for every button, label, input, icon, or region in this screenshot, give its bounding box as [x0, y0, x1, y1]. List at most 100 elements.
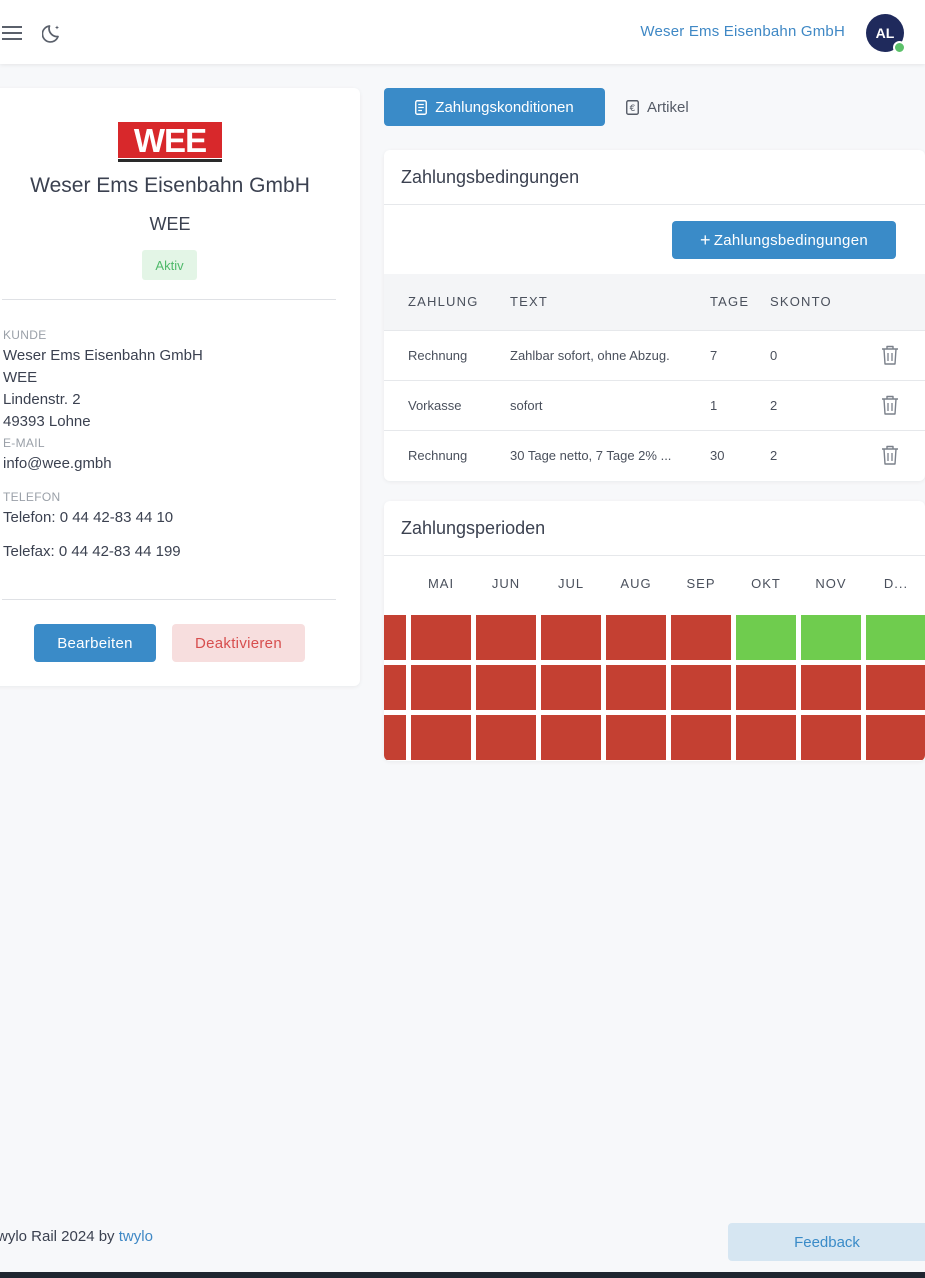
- month-label: D...: [883, 576, 909, 591]
- month-label: JUL: [557, 576, 585, 591]
- kunde-line: WEE: [3, 369, 38, 386]
- divider: [2, 599, 336, 600]
- trash-icon[interactable]: [880, 444, 900, 466]
- period-cell[interactable]: [476, 715, 536, 760]
- customer-profile-card: WEE Weser Ems Eisenbahn GmbH WEE Aktiv K…: [0, 88, 360, 686]
- organization-link[interactable]: Weser Ems Eisenbahn GmbH: [640, 23, 845, 40]
- logo-underline: [118, 159, 222, 162]
- period-cell[interactable]: [606, 715, 666, 760]
- company-short-name: WEE: [149, 214, 191, 234]
- tab-label: Zahlungskonditionen: [435, 98, 574, 116]
- section-title: Zahlungsbedingungen: [401, 167, 580, 187]
- period-cell[interactable]: [541, 665, 601, 710]
- period-cell[interactable]: [541, 615, 601, 660]
- period-cell[interactable]: [801, 665, 861, 710]
- tab-zahlungskonditionen[interactable]: Zahlungskonditionen: [384, 88, 605, 126]
- table-row[interactable]: Rechnung Zahlbar sofort, ohne Abzug. 7 0: [384, 331, 925, 381]
- tab-label: Artikel: [647, 98, 689, 116]
- period-cell[interactable]: [411, 615, 471, 660]
- month-label: JUN: [491, 576, 521, 591]
- period-cell[interactable]: [476, 665, 536, 710]
- cell-zahlung: Rechnung: [408, 448, 468, 463]
- cell-tage: 7: [710, 348, 718, 363]
- kunde-line: Lindenstr. 2: [3, 391, 81, 408]
- deactivate-button[interactable]: Deaktivieren: [172, 624, 305, 662]
- footer-link[interactable]: twylo: [119, 1228, 153, 1245]
- top-bar: Weser Ems Eisenbahn GmbH AL: [0, 0, 925, 64]
- bottom-strip: [0, 1272, 925, 1278]
- company-logo: WEE: [118, 122, 222, 162]
- telefon-value: Telefon: 0 44 42-83 44 10: [3, 509, 174, 526]
- divider: [384, 204, 925, 205]
- kunde-label: KUNDE: [3, 328, 47, 342]
- online-status-dot: [893, 41, 906, 54]
- email-label: E-MAIL: [3, 436, 45, 450]
- month-label: MAI: [427, 576, 455, 591]
- cell-skonto: 2: [770, 448, 778, 463]
- cell-text: Zahlbar sofort, ohne Abzug.: [510, 348, 670, 363]
- period-cell[interactable]: [384, 715, 406, 760]
- period-cell[interactable]: [866, 665, 925, 710]
- period-cell[interactable]: [671, 665, 731, 710]
- period-cell[interactable]: [384, 615, 406, 660]
- plus-icon: +: [700, 229, 711, 250]
- column-header: TEXT: [510, 294, 549, 309]
- period-cell[interactable]: [411, 665, 471, 710]
- receipt-euro-icon: €: [626, 99, 639, 115]
- divider: [2, 299, 336, 300]
- footer-copyright: wylo Rail 2024 by twylo: [0, 1228, 153, 1245]
- company-name: Weser Ems Eisenbahn GmbH: [30, 174, 310, 197]
- tab-artikel[interactable]: € Artikel: [626, 88, 716, 126]
- month-label: NOV: [815, 576, 847, 591]
- zahlungsperioden-card: Zahlungsperioden R MAI JUN JUL AUG SEP OKT NOV D…: [384, 501, 925, 761]
- month-label: R: [384, 576, 406, 591]
- month-label: SEP: [686, 576, 716, 591]
- cell-zahlung: Vorkasse: [408, 398, 462, 413]
- month-label: OKT: [751, 576, 781, 591]
- cell-tage: 30: [710, 448, 725, 463]
- period-cell[interactable]: [866, 715, 925, 760]
- period-grid: [384, 612, 925, 761]
- kunde-line: Weser Ems Eisenbahn GmbH: [3, 347, 203, 364]
- cell-zahlung: Rechnung: [408, 348, 468, 363]
- period-cell[interactable]: [384, 665, 406, 710]
- footer-text: wylo Rail 2024 by: [0, 1228, 115, 1245]
- table-row[interactable]: Rechnung 30 Tage netto, 7 Tage 2% ... 30…: [384, 431, 925, 481]
- zahlungsbedingungen-card: Zahlungsbedingungen + Zahlungsbedingunge…: [384, 150, 925, 481]
- period-cell[interactable]: [736, 715, 796, 760]
- hamburger-icon[interactable]: [0, 22, 24, 44]
- period-cell[interactable]: [606, 615, 666, 660]
- trash-icon[interactable]: [880, 394, 900, 416]
- logo-text: WEE: [118, 122, 222, 159]
- month-label: AUG: [620, 576, 652, 591]
- document-icon: [415, 99, 428, 115]
- period-cell[interactable]: [671, 615, 731, 660]
- period-cell[interactable]: [671, 715, 731, 760]
- moon-icon[interactable]: [40, 20, 66, 46]
- feedback-button[interactable]: Feedback: [728, 1223, 925, 1261]
- period-cell[interactable]: [541, 715, 601, 760]
- period-cell[interactable]: [606, 665, 666, 710]
- kunde-line: 49393 Lohne: [3, 413, 91, 430]
- period-cell[interactable]: [736, 665, 796, 710]
- trash-icon[interactable]: [880, 344, 900, 366]
- period-cell[interactable]: [476, 615, 536, 660]
- table-row[interactable]: Vorkasse sofort 1 2: [384, 381, 925, 431]
- cell-skonto: 0: [770, 348, 778, 363]
- section-title: Zahlungsperioden: [401, 518, 546, 538]
- period-cell[interactable]: [736, 615, 796, 660]
- cell-tage: 1: [710, 398, 718, 413]
- telefon-label: TELEFON: [3, 490, 61, 504]
- telefax-value: Telefax: 0 44 42-83 44 199: [3, 543, 181, 560]
- svg-text:€: €: [630, 104, 636, 114]
- period-cell[interactable]: [866, 615, 925, 660]
- edit-button[interactable]: Bearbeiten: [34, 624, 156, 662]
- table-header: ZAHLUNG TEXT TAGE SKONTO: [384, 274, 925, 330]
- month-header-row: R MAI JUN JUL AUG SEP OKT NOV D...: [384, 556, 925, 612]
- period-cell[interactable]: [801, 715, 861, 760]
- column-header: TAGE: [710, 294, 750, 309]
- add-zahlungsbedingung-button[interactable]: + Zahlungsbedingungen: [672, 221, 896, 259]
- column-header: ZAHLUNG: [408, 294, 479, 309]
- period-cell[interactable]: [801, 615, 861, 660]
- period-cell[interactable]: [411, 715, 471, 760]
